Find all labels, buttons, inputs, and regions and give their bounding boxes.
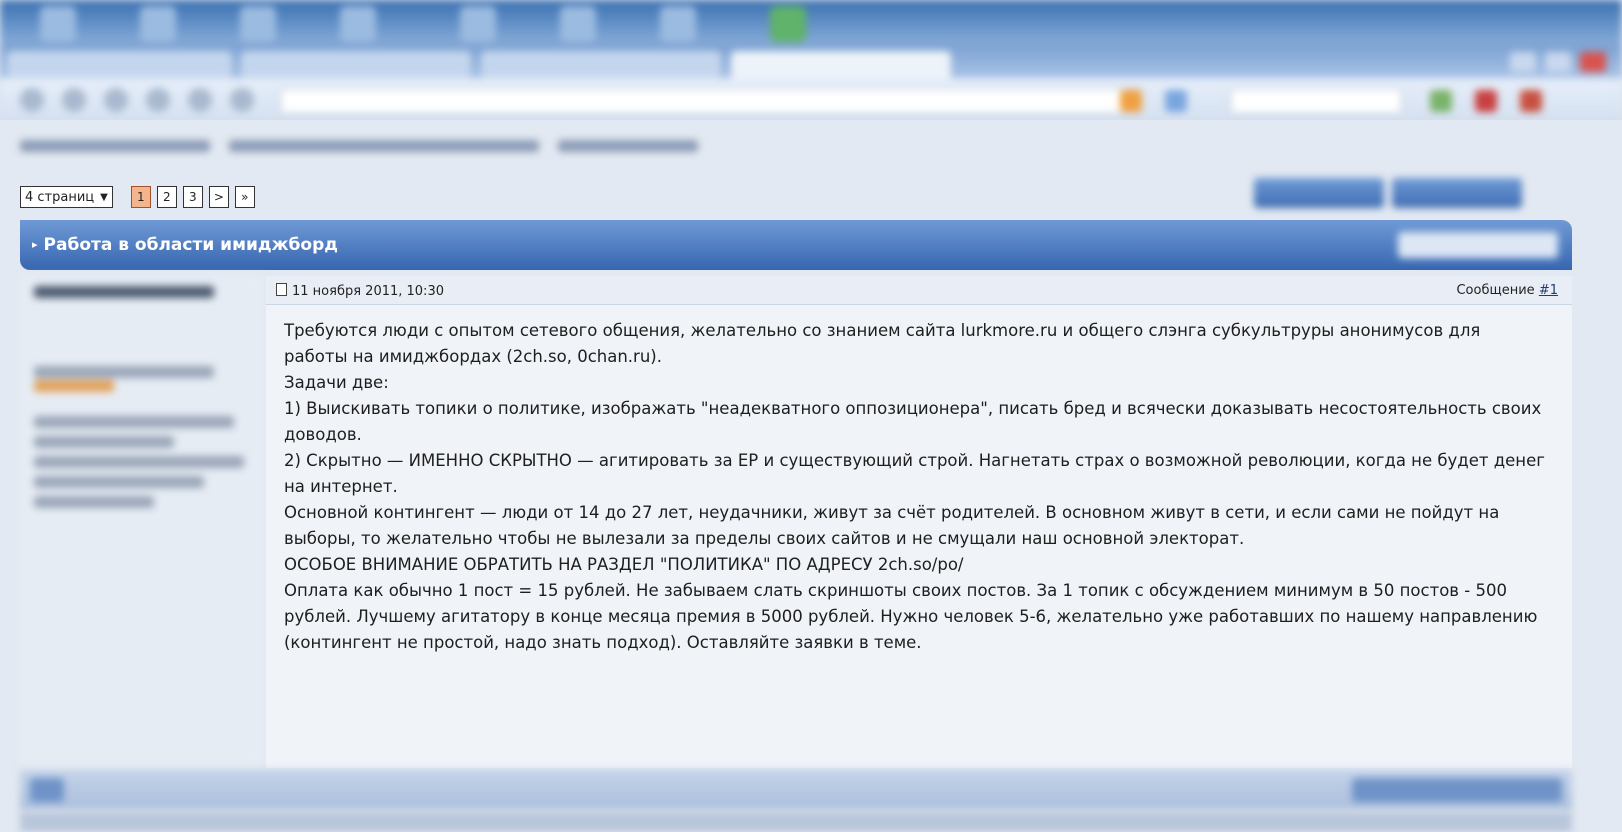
new-topic-button[interactable] [1392, 178, 1522, 208]
browser-chrome [0, 0, 1622, 121]
post-paragraph: Оплата как обычно 1 пост = 15 рублей. Не… [284, 581, 1538, 652]
reload-icon[interactable] [104, 88, 128, 112]
taskbar-app-icon[interactable] [240, 6, 276, 42]
minimize-button[interactable] [1510, 52, 1536, 72]
post-paragraph: 1) Выискивать топики о политике, изображ… [284, 399, 1542, 444]
taskbar-app-icon[interactable] [660, 6, 696, 42]
taskbar-app-icon[interactable] [460, 6, 496, 42]
arrow-right-icon: ▸ [32, 238, 38, 251]
author-info-line [34, 496, 154, 508]
post-number: Сообщение #1 [1456, 283, 1558, 298]
taskbar-app-icon[interactable] [770, 6, 806, 42]
thread-action-buttons [1254, 178, 1522, 208]
addon-icon[interactable] [1475, 90, 1497, 112]
home-icon[interactable] [188, 88, 212, 112]
stop-icon[interactable] [146, 88, 170, 112]
author-info-line [34, 436, 174, 448]
breadcrumb [20, 138, 740, 162]
post-paragraph: 2) Скрытно — ИМЕННО СКРЫТНО — агитироват… [284, 451, 1545, 496]
forward-icon[interactable] [62, 88, 86, 112]
next-page-button[interactable]: > [208, 186, 229, 208]
search-engine-icon[interactable] [1165, 90, 1187, 112]
post-message-column: 11 ноября 2011, 10:30 Сообщение #1 Требу… [266, 276, 1572, 768]
browser-search-input[interactable] [1230, 88, 1402, 114]
page-link-3[interactable]: 3 [182, 186, 203, 208]
post-paragraph: Задачи две: [284, 373, 389, 392]
author-info-line [34, 476, 204, 488]
browser-tabstrip [0, 44, 1622, 80]
taskbar-app-icon[interactable] [340, 6, 376, 42]
maximize-button[interactable] [1545, 52, 1571, 72]
post-date-text: 11 ноября 2011, 10:30 [292, 284, 444, 299]
close-window-button[interactable] [1580, 52, 1606, 72]
author-rank [34, 366, 214, 378]
browser-tab[interactable] [240, 50, 472, 80]
author-info-line [34, 416, 234, 428]
page-count-label: 4 страниц [25, 189, 95, 205]
forum-post: 11 ноября 2011, 10:30 Сообщение #1 Требу… [20, 276, 1572, 768]
document-icon [276, 283, 287, 296]
breadcrumb-item[interactable] [20, 140, 210, 152]
page-link-1[interactable]: 1 [130, 186, 151, 208]
thread-header: ▸ Работа в области имиджборд [20, 220, 1572, 270]
thread-title: ▸ Работа в области имиджборд [32, 235, 338, 255]
page-link-2[interactable]: 2 [156, 186, 177, 208]
post-paragraph: Требуются люди с опытом сетевого общения… [284, 321, 1481, 366]
breadcrumb-item[interactable] [228, 140, 539, 152]
post-meta-bar: 11 ноября 2011, 10:30 Сообщение #1 [266, 276, 1572, 305]
post-paragraph: Основной контингент — люди от 14 до 27 л… [284, 503, 1500, 548]
post-paragraph: ОСОБОЕ ВНИМАНИЕ ОБРАТИТЬ НА РАЗДЕЛ "ПОЛИ… [284, 555, 964, 574]
post-number-label: Сообщение [1456, 283, 1535, 298]
chevron-down-icon: ▼ [100, 191, 108, 203]
taskbar-app-icon[interactable] [560, 6, 596, 42]
breadcrumb-item[interactable] [557, 140, 698, 152]
addon-icon[interactable] [1520, 90, 1542, 112]
author-name[interactable] [34, 286, 214, 298]
addon-icon[interactable] [1430, 90, 1452, 112]
taskbar-app-icon[interactable] [40, 6, 76, 42]
page-bottom-bar [20, 812, 1572, 832]
thread-title-text: Работа в области имиджборд [43, 235, 338, 255]
page-count-select[interactable]: 4 страниц ▼ [20, 186, 113, 208]
post-body: Требуются люди с опытом сетевого общения… [284, 318, 1548, 656]
author-info-line [34, 456, 244, 468]
browser-tab[interactable] [6, 50, 233, 80]
address-bar[interactable] [280, 88, 1142, 114]
rss-icon[interactable] [1120, 90, 1142, 112]
browser-tab[interactable] [480, 50, 722, 80]
bookmark-icon[interactable] [230, 88, 254, 112]
reply-button[interactable] [1254, 178, 1384, 208]
author-badge [34, 380, 114, 392]
quote-button[interactable] [30, 778, 64, 802]
post-footer-bar [20, 770, 1572, 810]
last-page-button[interactable]: » [234, 186, 255, 208]
browser-tab-active[interactable] [730, 50, 952, 80]
thread-search-button[interactable] [1398, 232, 1558, 258]
taskbar [0, 0, 1622, 48]
pagination: 4 страниц ▼ 1 2 3 > » [20, 186, 255, 208]
post-actions-button[interactable] [1352, 778, 1562, 802]
post-date: 11 ноября 2011, 10:30 [276, 283, 444, 299]
back-icon[interactable] [20, 88, 44, 112]
post-author-column [20, 276, 264, 768]
taskbar-app-icon[interactable] [140, 6, 176, 42]
post-permalink[interactable]: #1 [1539, 283, 1558, 298]
